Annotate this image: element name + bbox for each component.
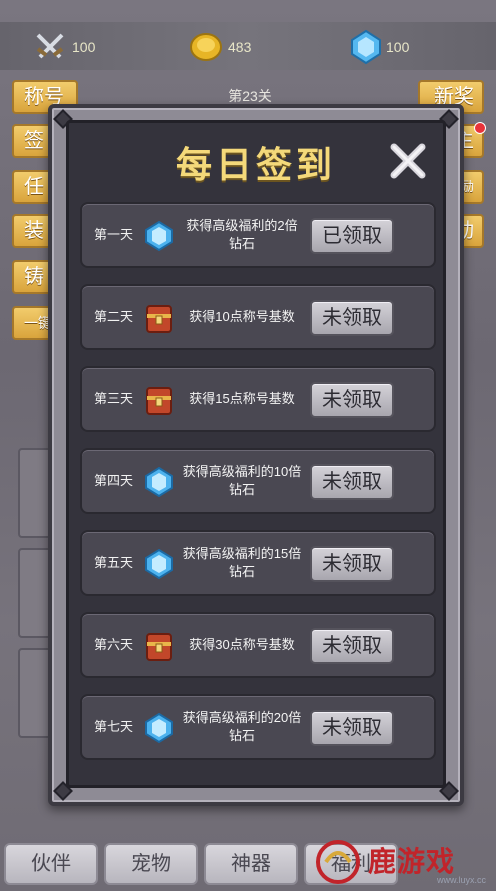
claim-button[interactable]: 未领取 <box>310 300 394 336</box>
reward-text: 获得高级福利的15倍 钻石 <box>176 532 308 594</box>
reward-text: 获得30点称号基数 <box>176 614 308 676</box>
reward-line-2: 钻石 <box>228 564 255 579</box>
tab-artifact[interactable]: 神器 <box>204 843 298 885</box>
reward-line-1: 获得10点称号基数 <box>189 309 295 324</box>
claim-button[interactable]: 已领取 <box>310 218 394 254</box>
reward-text: 获得15点称号基数 <box>176 368 308 430</box>
day-row-5: 第五天 获得高级福利的15倍 钻石 未领取 <box>80 530 436 596</box>
reward-line-2: 钻石 <box>228 236 255 251</box>
day-row-7: 第七天 获得高级福利的20倍 钻石 未领取 <box>80 694 436 760</box>
claim-button[interactable]: 未领取 <box>310 464 394 500</box>
day-label: 第七天 <box>94 719 134 734</box>
claim-button[interactable]: 未领取 <box>310 546 394 582</box>
deer-logo-icon <box>316 840 360 884</box>
watermark-url: www.luyx.cc <box>436 875 486 885</box>
level-label: 第23关 <box>228 88 272 104</box>
gem-resource: 100 <box>350 28 409 66</box>
day-row-6: 第六天 获得30点称号基数 未领取 <box>80 612 436 678</box>
claim-button[interactable]: 未领取 <box>310 382 394 418</box>
reward-text: 获得高级福利的20倍 钻石 <box>176 696 308 758</box>
reward-line-1: 获得高级福利的2倍 <box>186 218 298 233</box>
chest-icon <box>146 633 172 661</box>
reward-text: 获得10点称号基数 <box>176 286 308 348</box>
reward-text: 获得高级福利的2倍 钻石 <box>176 204 308 266</box>
diamond-icon <box>145 220 173 252</box>
diamond-icon <box>145 712 173 744</box>
watermark: 鹿游戏 www.luyx.cc <box>312 833 492 887</box>
notification-dot <box>474 122 486 134</box>
claim-button[interactable]: 未领取 <box>310 710 394 746</box>
day-row-2: 第二天 获得10点称号基数 未领取 <box>80 284 436 350</box>
day-row-1: 第一天 获得高级福利的2倍 钻石 已领取 <box>80 202 436 268</box>
gem-count: 100 <box>386 39 410 55</box>
day-row-3: 第三天 获得15点称号基数 未领取 <box>80 366 436 432</box>
claim-button[interactable]: 未领取 <box>310 628 394 664</box>
day-row-4: 第四天 获得高级福利的10倍 钻石 未领取 <box>80 448 436 514</box>
reward-line-1: 获得高级福利的15倍 <box>182 546 302 561</box>
diamond-icon <box>145 466 173 498</box>
watermark-text: 鹿游戏 <box>368 846 456 877</box>
diamond-icon <box>351 29 381 65</box>
day-label: 第二天 <box>94 309 134 324</box>
day-label: 第三天 <box>94 391 134 406</box>
diamond-icon <box>145 548 173 580</box>
crossed-swords-icon <box>36 33 64 59</box>
close-icon <box>390 143 426 179</box>
day-label: 第六天 <box>94 637 134 652</box>
chest-icon <box>146 305 172 333</box>
gold-count: 483 <box>228 39 252 55</box>
reward-text: 获得高级福利的10倍 钻石 <box>176 450 308 512</box>
swords-resource: 100 <box>32 28 95 66</box>
chest-icon <box>146 387 172 415</box>
reward-line-1: 获得30点称号基数 <box>189 637 295 652</box>
day-label: 第四天 <box>94 473 134 488</box>
reward-line-1: 获得15点称号基数 <box>189 391 295 406</box>
swords-count: 100 <box>72 39 96 55</box>
day-label: 第一天 <box>94 227 134 242</box>
tab-partner[interactable]: 伙伴 <box>4 843 98 885</box>
gold-coin-icon <box>190 33 222 61</box>
reward-line-2: 钻石 <box>228 482 255 497</box>
day-label: 第五天 <box>94 555 134 570</box>
close-button[interactable] <box>384 138 432 184</box>
tab-pet[interactable]: 宠物 <box>104 843 198 885</box>
reward-line-1: 获得高级福利的10倍 <box>182 464 302 479</box>
gold-resource: 483 <box>188 28 251 66</box>
reward-line-1: 获得高级福利的20倍 <box>182 710 302 725</box>
reward-line-2: 钻石 <box>228 728 255 743</box>
